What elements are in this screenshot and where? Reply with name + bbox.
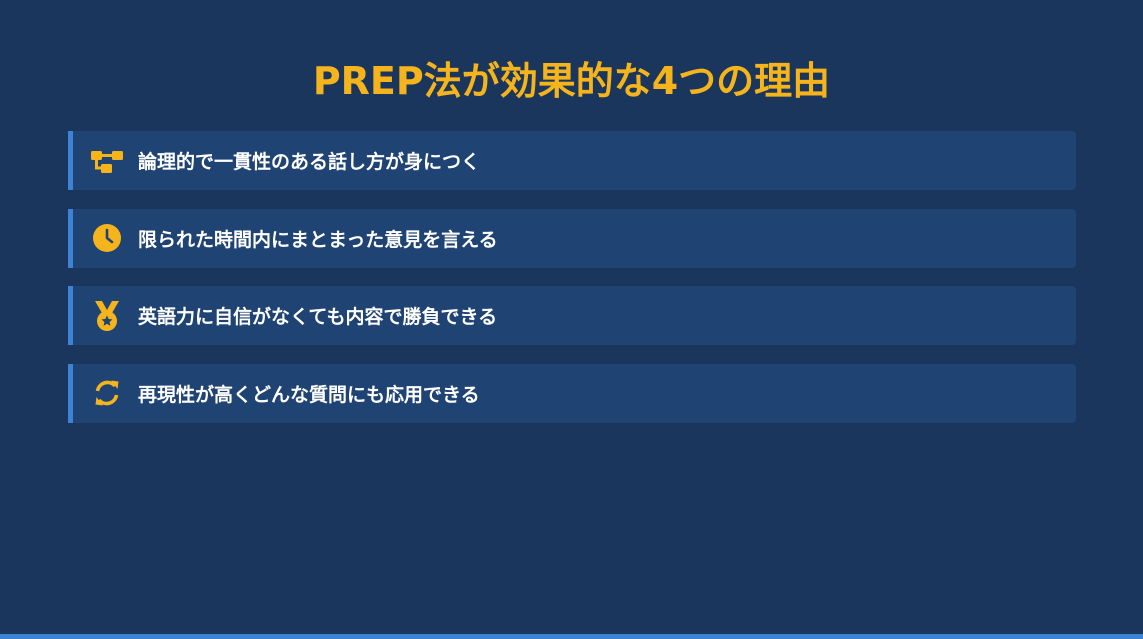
reason-card-reuse: 再現性が高くどんな質問にも応用できる — [68, 363, 1076, 423]
reason-list: 論理的で一貫性のある話し方が身につく 限られた時間内にまとまった意見を言える 英… — [68, 131, 1076, 441]
reason-text: 限られた時間内にまとまった意見を言える — [138, 228, 498, 251]
reason-text: 英語力に自信がなくても内容で勝負できる — [138, 306, 498, 328]
sync-icon — [90, 376, 124, 410]
page-title: PREP法が効果的な4つの理由 — [312, 59, 831, 103]
bottom-accent-bar — [0, 634, 1143, 639]
reason-card-logical: 論理的で一貫性のある話し方が身につく — [68, 131, 1076, 190]
medal-icon — [90, 299, 124, 333]
reason-text: 論理的で一貫性のある話し方が身につく — [138, 151, 481, 173]
clock-icon — [90, 221, 124, 255]
sitemap-icon — [90, 144, 124, 178]
reason-card-content: 英語力に自信がなくても内容で勝負できる — [68, 286, 1076, 345]
reason-text: 再現性が高くどんな質問にも応用できる — [138, 383, 480, 406]
reason-card-time: 限られた時間内にまとまった意見を言える — [68, 208, 1076, 268]
